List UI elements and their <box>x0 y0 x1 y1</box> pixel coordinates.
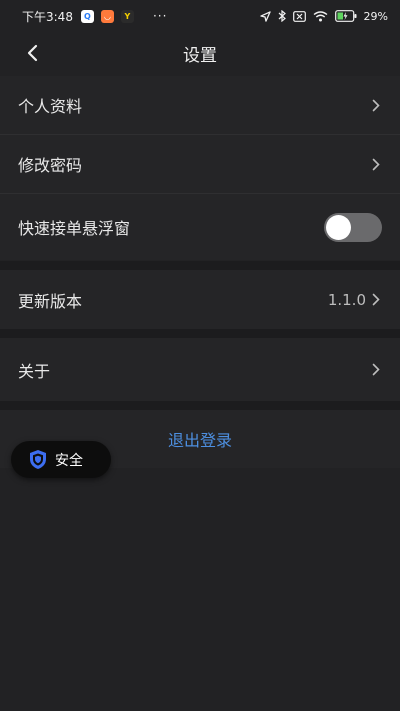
notification-app-icon: Q <box>80 9 94 23</box>
change-password-label: 修改密码 <box>18 156 83 175</box>
profile-row[interactable]: 个人资料 <box>0 76 400 135</box>
status-time: 下午3:48 <box>22 9 73 24</box>
chevron-right-icon <box>370 293 382 307</box>
about-label: 关于 <box>18 361 51 381</box>
battery-percent: 29% <box>363 9 388 23</box>
version-number: 1.1.0 <box>327 290 366 309</box>
about-row[interactable]: 关于 <box>0 338 400 401</box>
wifi-icon <box>313 10 327 21</box>
account-settings-group: 个人资料 修改密码 快速接单悬浮窗 <box>0 76 400 260</box>
header: 设置 <box>0 32 400 74</box>
back-arrow-icon <box>27 44 38 62</box>
logout-label: 退出登录 <box>167 431 232 450</box>
floating-window-row: 快速接单悬浮窗 <box>0 194 400 260</box>
safety-floating-button[interactable]: 安全 <box>11 441 111 478</box>
battery-charging-icon <box>334 10 357 22</box>
section-divider <box>0 329 400 338</box>
page-title: 设置 <box>183 45 217 66</box>
toggle-knob <box>326 214 351 240</box>
notification-shop-icon: ◡ <box>100 9 114 23</box>
update-group: 更新版本 1.1.0 <box>0 270 400 329</box>
about-group: 关于 <box>0 338 400 401</box>
profile-label: 个人资料 <box>18 97 83 116</box>
settings-screen: 下午3:48 Q ◡ Y ··· 29% 设置 个人资料 修改密码 快速接单悬浮… <box>0 0 400 711</box>
location-icon <box>259 10 271 22</box>
chevron-right-icon <box>370 98 382 112</box>
section-divider <box>0 401 400 410</box>
shield-icon <box>30 450 46 469</box>
sim-off-icon <box>292 10 306 22</box>
back-button[interactable] <box>20 41 44 65</box>
update-version-row[interactable]: 更新版本 1.1.0 <box>0 270 400 329</box>
status-indicators: 29% <box>259 9 388 23</box>
change-password-row[interactable]: 修改密码 <box>0 135 400 194</box>
floating-window-toggle[interactable] <box>324 212 382 242</box>
notification-app-y-icon: Y <box>120 9 134 23</box>
safety-label: 安全 <box>55 452 83 469</box>
bluetooth-icon <box>278 10 286 22</box>
floating-window-label: 快速接单悬浮窗 <box>18 219 131 238</box>
update-version-label: 更新版本 <box>18 291 83 311</box>
section-divider <box>0 261 400 270</box>
more-notifications-icon: ··· <box>152 9 168 23</box>
status-bar: 下午3:48 Q ◡ Y ··· 29% <box>0 0 400 32</box>
chevron-right-icon <box>370 157 382 171</box>
chevron-right-icon <box>370 363 382 377</box>
